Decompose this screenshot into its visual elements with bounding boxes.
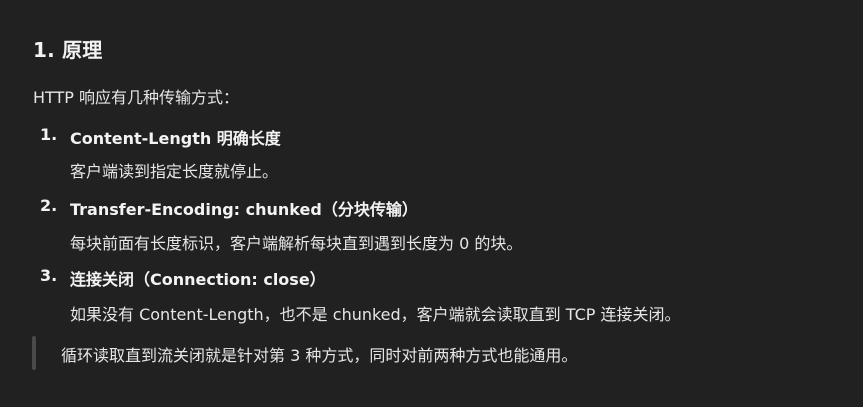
intro-text: HTTP 响应有几种传输方式： bbox=[33, 88, 240, 107]
section-heading: 1. 原理 bbox=[33, 38, 103, 62]
document-body: 1. 原理 HTTP 响应有几种传输方式： 1. Content-Length … bbox=[0, 0, 863, 407]
list-item-title: Content-Length 明确长度 bbox=[70, 129, 281, 148]
list-item-title: 连接关闭（Connection: close） bbox=[70, 270, 326, 289]
list-item-number: 2. bbox=[40, 196, 58, 215]
list-item-number: 1. bbox=[40, 125, 58, 144]
list-item-description: 客户端读到指定长度就停止。 bbox=[70, 162, 279, 181]
list-item-number: 3. bbox=[40, 266, 58, 285]
list-item-description: 如果没有 Content-Length，也不是 chunked，客户端就会读取直… bbox=[70, 305, 681, 324]
list-item-title: Transfer-Encoding: chunked（分块传输） bbox=[70, 200, 418, 219]
list-item-description: 每块前面有长度标识，客户端解析每块直到遇到长度为 0 的块。 bbox=[70, 234, 523, 253]
blockquote-bar bbox=[32, 336, 36, 370]
blockquote-text: 循环读取直到流关闭就是针对第 3 种方式，同时对前两种方式也能通用。 bbox=[61, 346, 578, 365]
